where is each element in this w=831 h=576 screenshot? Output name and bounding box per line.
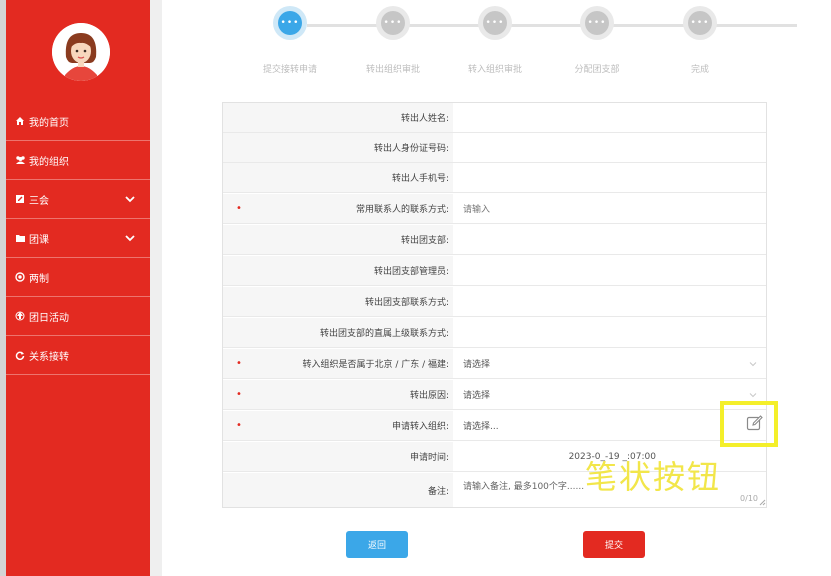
sidebar-item-label: 团日活动	[29, 312, 69, 324]
refresh-icon	[14, 349, 26, 361]
field-label: 备注:	[223, 473, 453, 507]
step-dots: •••	[688, 11, 712, 35]
form-row-target-org: 申请转入组织: • 请选择...	[223, 411, 766, 441]
field-label: 转出人手机号:	[223, 163, 453, 192]
sidebar-item-transfer[interactable]: 关系接转	[6, 336, 150, 375]
back-button[interactable]: 返回	[346, 531, 408, 558]
field-label: 转出团支部的直属上级联系方式:	[223, 318, 453, 347]
form-row-name: 转出人姓名:	[223, 103, 766, 133]
step-label: 转入组织审批	[467, 65, 522, 75]
step-label: 分配团支部	[574, 65, 620, 75]
required-mark: •	[236, 203, 242, 214]
step-label: 转出组织审批	[365, 65, 420, 75]
sidebar-item-label: 三会	[29, 195, 49, 207]
field-label: 转出人姓名:	[223, 103, 453, 132]
user-avatar[interactable]	[52, 23, 110, 81]
branch-field	[453, 225, 766, 254]
form-row-phone: 转出人手机号:	[223, 163, 766, 193]
progress-steps: ••• ••• ••• ••• ••• 提交接转申请 转出组织审批 转入组织审批…	[162, 0, 831, 90]
field-label: 申请时间:	[223, 442, 453, 471]
chevron-down-icon	[125, 235, 135, 242]
form-row-branch-contact: 转出团支部联系方式:	[223, 287, 766, 317]
sidebar-item-my-org[interactable]: 我的组织	[6, 141, 150, 180]
form-row-idcard: 转出人身份证号码:	[223, 133, 766, 163]
branch-admin-field	[453, 256, 766, 285]
idcard-field	[453, 133, 766, 162]
step-label: 提交接转申请	[262, 65, 317, 75]
avatar-illustration	[52, 23, 110, 81]
chevron-down-icon[interactable]	[748, 390, 758, 400]
step-dots: •••	[483, 11, 507, 35]
transfer-form: 转出人姓名: 转出人身份证号码: 转出人手机号: 常用联系人的联系方式: • 请…	[222, 102, 767, 508]
form-row-branch-admin: 转出团支部管理员:	[223, 256, 766, 286]
field-label: 申请转入组织:	[223, 411, 453, 440]
phone-field	[453, 163, 766, 192]
step-label: 完成	[690, 65, 709, 75]
region-select[interactable]: 请选择	[453, 349, 766, 378]
branch-contact-field	[453, 287, 766, 316]
superior-contact-field	[453, 318, 766, 347]
field-label: 常用联系人的联系方式:	[223, 194, 453, 223]
sidebar-item-activity[interactable]: 团日活动	[6, 297, 150, 336]
step-dots: •••	[278, 11, 302, 35]
field-label: 转出原因:	[223, 380, 453, 409]
sidebar: 我的首页 我的组织 三会 团课 两制 团日活动 关系接转	[6, 0, 150, 576]
field-label: 转入组织是否属于北京 / 广东 / 福建:	[223, 349, 453, 378]
sidebar-gutter	[150, 0, 162, 576]
step-2-dot: •••	[376, 6, 410, 40]
step-1-dot: •••	[273, 6, 307, 40]
form-row-branch: 转出团支部:	[223, 225, 766, 255]
step-3-dot: •••	[478, 6, 512, 40]
textarea-resize-handle[interactable]	[758, 498, 766, 506]
sidebar-item-label: 团课	[29, 234, 49, 246]
sidebar-item-liangzhi[interactable]: 两制	[6, 258, 150, 297]
form-row-reason: 转出原因: • 请选择	[223, 380, 766, 410]
name-field	[453, 103, 766, 132]
annotation-caption: 笔状按钮	[585, 458, 722, 496]
field-label: 转出团支部:	[223, 225, 453, 254]
required-mark: •	[236, 420, 242, 431]
recycle-icon	[14, 310, 26, 322]
sidebar-item-label: 两制	[29, 273, 49, 285]
submit-button[interactable]: 提交	[583, 531, 645, 558]
form-row-region: 转入组织是否属于北京 / 广东 / 福建: • 请选择	[223, 349, 766, 379]
contact-input[interactable]: 请输入	[453, 194, 766, 223]
home-icon	[14, 115, 26, 127]
pen-edit-icon[interactable]	[746, 414, 764, 432]
group-icon	[14, 154, 26, 166]
field-label: 转出人身份证号码:	[223, 133, 453, 162]
sidebar-item-label: 我的首页	[29, 117, 69, 129]
sidebar-item-tuanke[interactable]: 团课	[6, 219, 150, 258]
sidebar-item-label: 关系接转	[29, 351, 69, 363]
remark-counter: 0/10	[740, 494, 758, 503]
chevron-down-icon[interactable]	[748, 359, 758, 369]
edit-square-icon	[14, 193, 26, 205]
field-label: 转出团支部管理员:	[223, 256, 453, 285]
remark-placeholder: 请输入备注, 最多100个字......	[463, 482, 585, 492]
folder-icon	[14, 232, 26, 244]
field-label: 转出团支部联系方式:	[223, 287, 453, 316]
step-dots: •••	[585, 11, 609, 35]
sidebar-nav: 我的首页 我的组织 三会 团课 两制 团日活动 关系接转	[6, 102, 150, 375]
required-mark: •	[236, 358, 242, 369]
form-row-contact: 常用联系人的联系方式: • 请输入	[223, 194, 766, 224]
step-dots: •••	[381, 11, 405, 35]
target-icon	[14, 271, 26, 283]
step-5-dot: •••	[683, 6, 717, 40]
sidebar-item-sanhui[interactable]: 三会	[6, 180, 150, 219]
form-row-superior-contact: 转出团支部的直属上级联系方式:	[223, 318, 766, 348]
sidebar-item-label: 我的组织	[29, 156, 69, 168]
sidebar-item-home[interactable]: 我的首页	[6, 102, 150, 141]
chevron-down-icon	[125, 196, 135, 203]
required-mark: •	[236, 389, 242, 400]
step-4-dot: •••	[580, 6, 614, 40]
